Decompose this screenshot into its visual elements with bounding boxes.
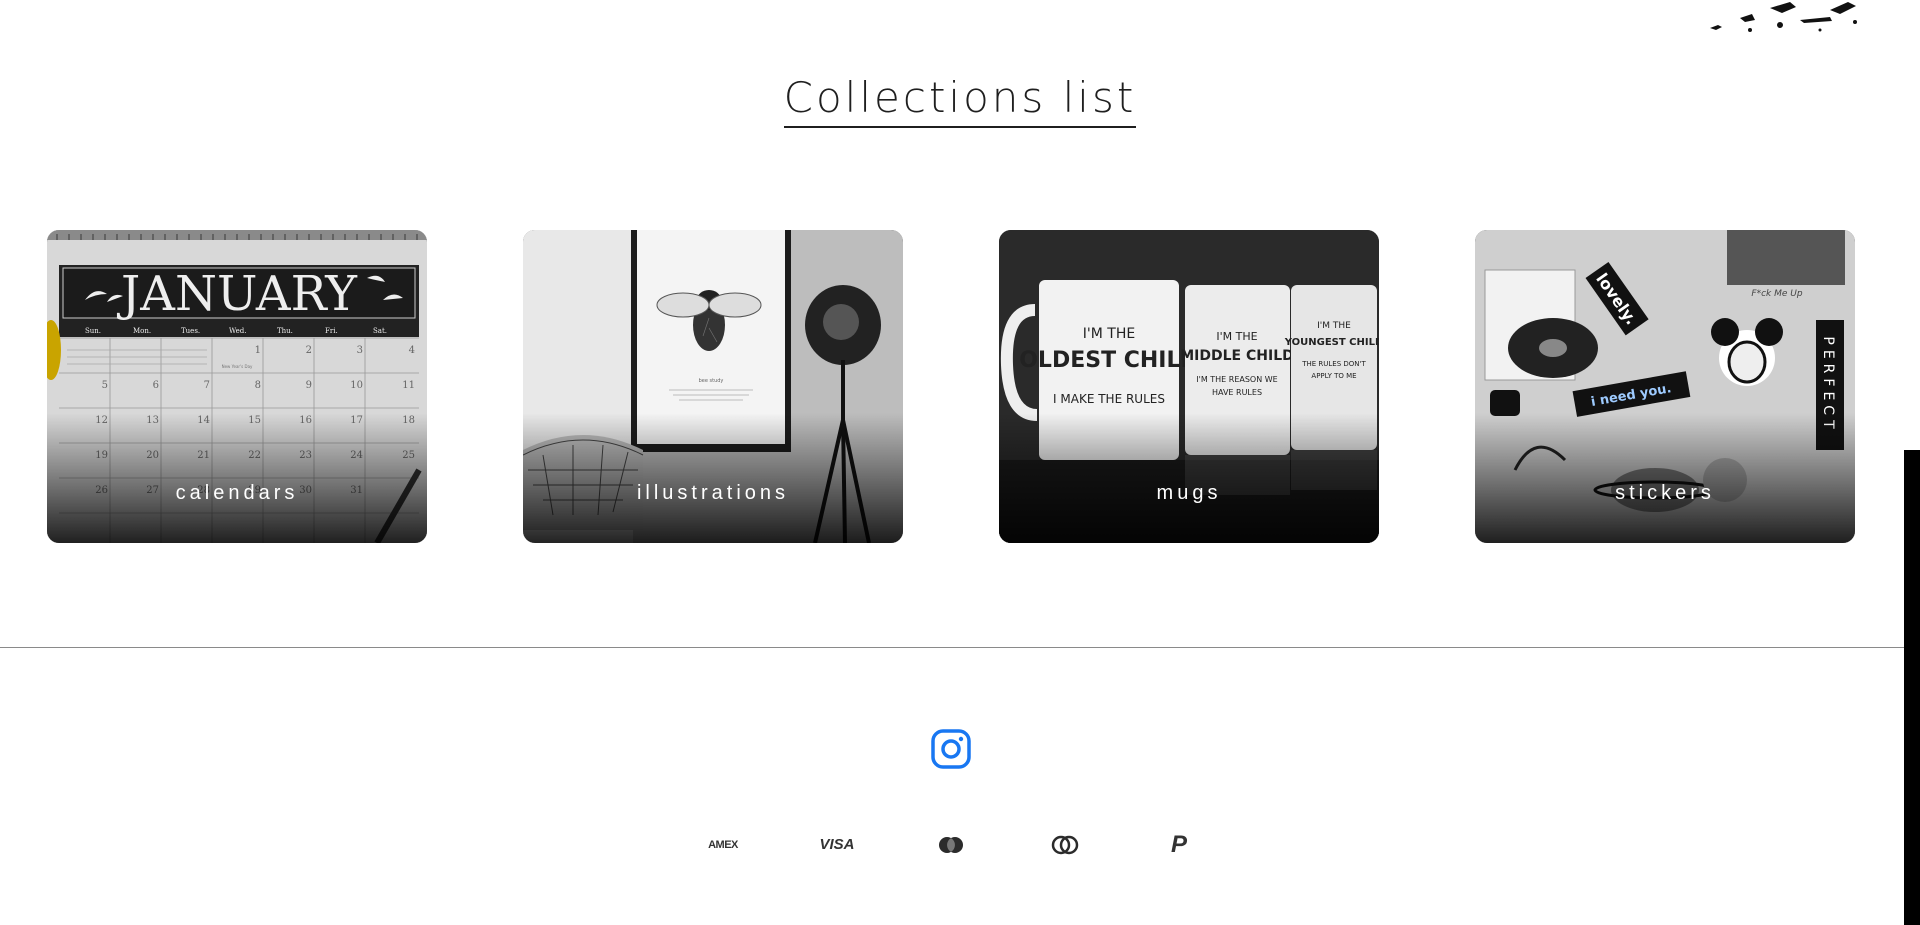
svg-text:New Year's Day: New Year's Day [222,364,253,369]
svg-text:I'M THE REASON WE: I'M THE REASON WE [1196,375,1277,384]
payment-methods: AMEX VISA P [0,830,1920,860]
svg-text:8: 8 [255,380,261,391]
svg-text:APPLY TO ME: APPLY TO ME [1311,372,1356,380]
amex-icon: AMEX [708,839,738,851]
svg-text:7: 7 [204,380,210,391]
svg-text:OLDEST CHILD: OLDEST CHILD [1019,348,1199,373]
svg-text:I MAKE THE RULES: I MAKE THE RULES [1053,392,1165,406]
paypal-icon: P [1170,831,1187,858]
collection-label-calendars[interactable]: calendars [47,482,427,505]
svg-text:10: 10 [350,380,363,391]
svg-text:11: 11 [402,380,415,391]
svg-text:4: 4 [409,345,415,356]
collection-card-illustrations[interactable]: bee study illustrations [523,230,903,543]
svg-text:I'M THE: I'M THE [1317,321,1351,331]
svg-text:5: 5 [102,380,108,391]
svg-text:F*ck Me Up: F*ck Me Up [1751,289,1802,299]
svg-text:Wed.: Wed. [229,327,246,335]
svg-text:3: 3 [357,345,363,356]
svg-text:YOUNGEST CHILD: YOUNGEST CHILD [1284,337,1379,348]
svg-text:MIDDLE CHILD: MIDDLE CHILD [1180,348,1293,364]
svg-text:I'M THE: I'M THE [1083,326,1135,342]
svg-text:Sun.: Sun. [85,327,101,335]
svg-text:6: 6 [153,380,159,391]
visa-icon: VISA [819,836,855,853]
scrollbar-edge[interactable] [1904,450,1920,925]
collection-card-mugs[interactable]: I'M THE OLDEST CHILD I MAKE THE RULES I'… [999,230,1379,543]
svg-text:2: 2 [306,345,312,356]
collection-label-mugs[interactable]: mugs [999,482,1379,505]
collection-card-calendars[interactable]: JANUARY Sun. Mon. Tues. Wed. Thu. Fri. S… [47,230,427,543]
svg-text:9: 9 [306,380,312,391]
svg-text:Tues.: Tues. [181,327,200,335]
svg-text:Sat.: Sat. [373,327,387,335]
collections-heading[interactable]: Collections list [783,72,1137,128]
collection-label-stickers[interactable]: stickers [1475,482,1855,505]
collection-label-illustrations[interactable]: illustrations [523,482,903,505]
svg-text:Fri.: Fri. [325,327,338,335]
svg-text:Mon.: Mon. [133,327,151,335]
collections-grid: JANUARY Sun. Mon. Tues. Wed. Thu. Fri. S… [47,230,1857,543]
svg-text:1: 1 [255,345,261,356]
maestro-icon [1035,830,1095,860]
svg-text:I'M THE: I'M THE [1216,330,1257,343]
instagram-link[interactable] [930,728,972,770]
footer-divider [0,647,1904,648]
instagram-icon [931,729,971,769]
svg-text:bee study: bee study [699,378,724,384]
calendar-month: JANUARY [116,266,358,322]
svg-text:HAVE RULES: HAVE RULES [1212,388,1262,397]
mastercard-icon [921,830,981,860]
svg-text:Thu.: Thu. [277,327,293,335]
svg-text:THE RULES DON'T: THE RULES DON'T [1301,360,1366,368]
decorative-ink-art [1710,2,1857,32]
collection-card-stickers[interactable]: lovely. F*ck Me Up PERFECT i need you. s… [1475,230,1855,543]
